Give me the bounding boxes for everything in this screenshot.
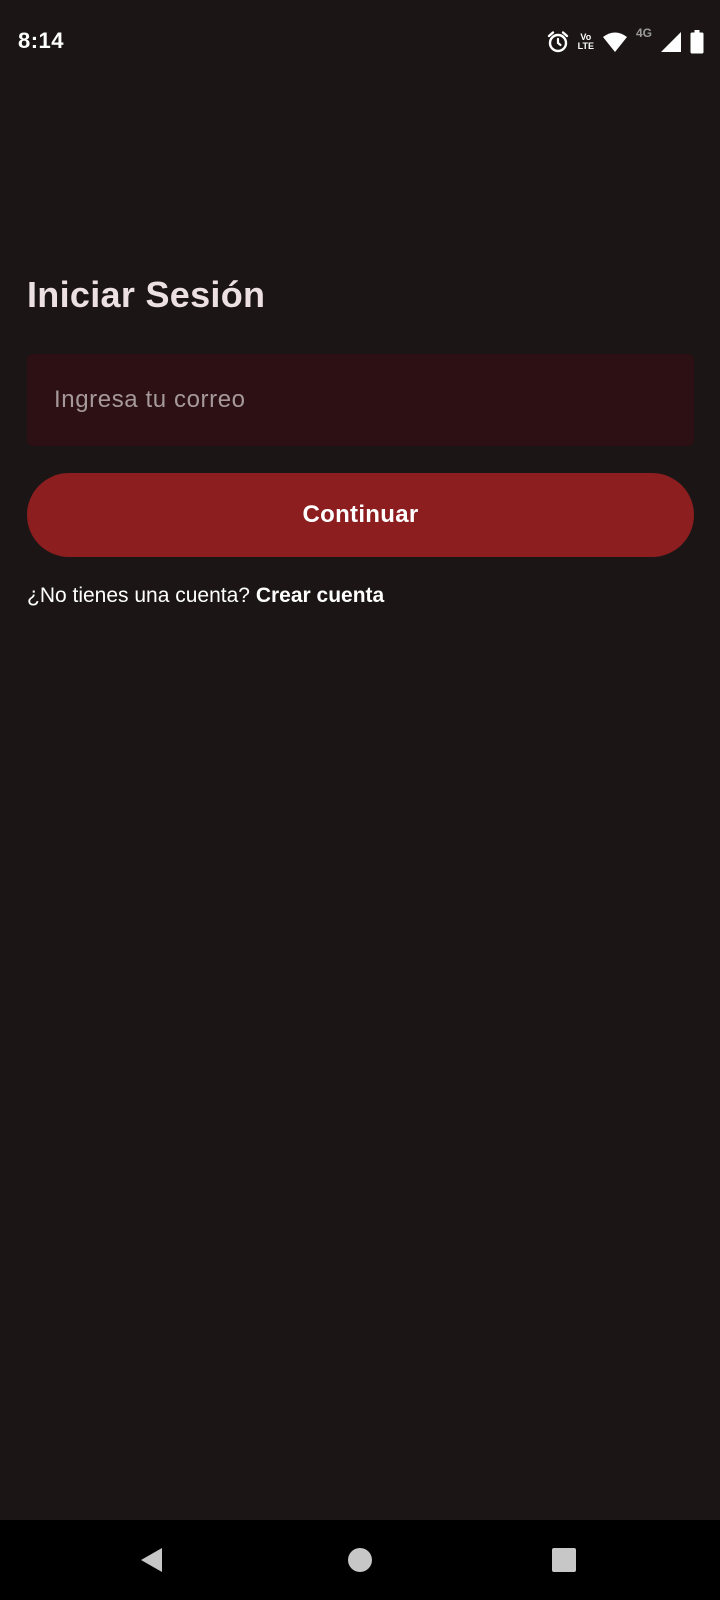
status-icons: Vo LTE 4G xyxy=(546,26,704,56)
home-icon[interactable] xyxy=(344,1544,376,1576)
email-field[interactable] xyxy=(27,354,694,446)
volte-icon: Vo LTE xyxy=(578,33,594,51)
battery-icon xyxy=(690,30,704,54)
navigation-bar xyxy=(0,1520,720,1600)
signup-prompt: ¿No tienes una cuenta? xyxy=(27,584,250,607)
back-icon[interactable] xyxy=(136,1544,168,1576)
page-title: Iniciar Sesión xyxy=(27,274,266,315)
signup-row: ¿No tienes una cuenta? Crear cuenta xyxy=(27,584,384,608)
wifi-icon xyxy=(602,31,628,53)
signal-icon xyxy=(660,31,682,53)
recents-icon[interactable] xyxy=(548,1544,580,1576)
status-time: 8:14 xyxy=(18,28,65,53)
alarm-icon xyxy=(546,30,570,54)
create-account-link[interactable]: Crear cuenta xyxy=(256,584,384,607)
continue-button[interactable]: Continuar xyxy=(27,473,694,557)
network-4g-icon: 4G xyxy=(635,26,652,40)
volte-bottom-label: LTE xyxy=(577,41,594,51)
status-bar: 8:14 Vo LTE 4G xyxy=(0,0,720,84)
login-screen: 8:14 Vo LTE 4G Iniciar Sesión Ingresa tu… xyxy=(0,0,720,1600)
